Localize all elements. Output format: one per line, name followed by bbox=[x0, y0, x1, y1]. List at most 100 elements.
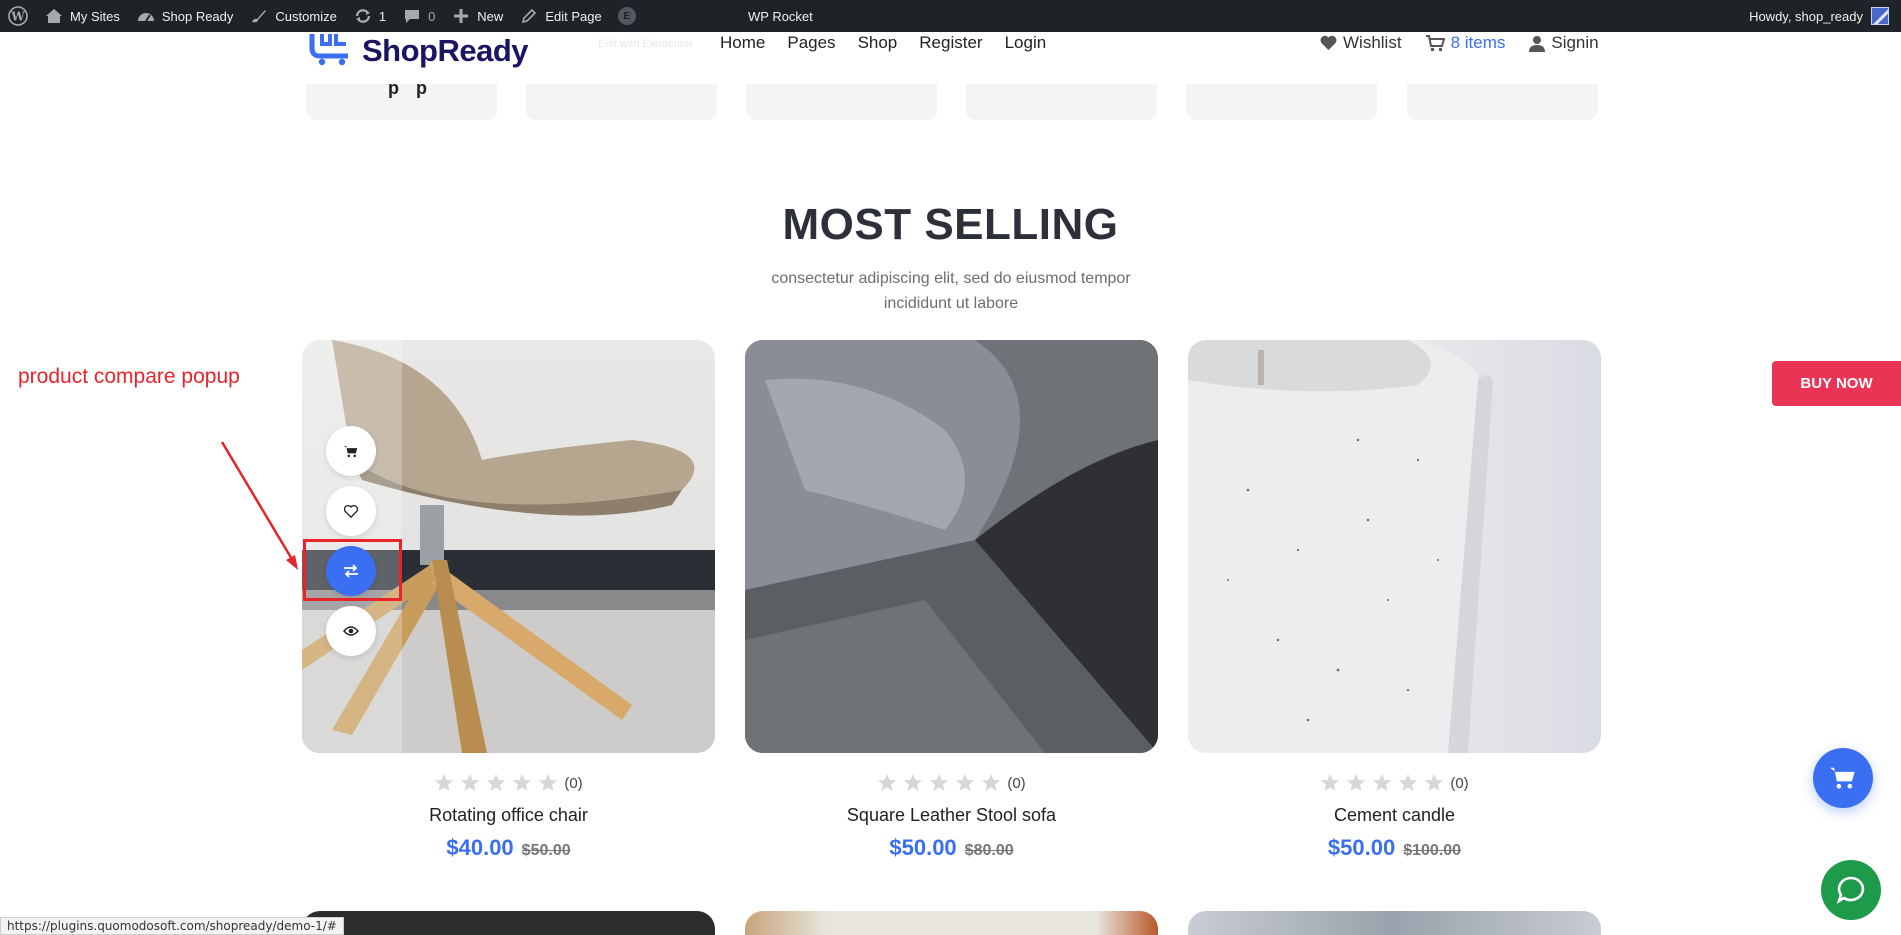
buy-now-button[interactable]: BUY NOW bbox=[1772, 361, 1901, 406]
my-sites-icon bbox=[44, 6, 64, 26]
category-tile[interactable] bbox=[966, 84, 1157, 120]
product-image-next[interactable] bbox=[1188, 911, 1601, 935]
cart-icon bbox=[1425, 34, 1445, 51]
quick-view-button[interactable] bbox=[326, 606, 376, 656]
product-name[interactable]: Cement candle bbox=[1188, 805, 1601, 826]
product-name[interactable]: Square Leather Stool sofa bbox=[745, 805, 1158, 826]
product-price: $40.00 $50.00 bbox=[302, 835, 715, 861]
star-icon bbox=[1399, 774, 1418, 791]
main-navigation: Home Pages Shop Register Login bbox=[720, 32, 1046, 54]
star-icon bbox=[930, 774, 949, 791]
section-title: MOST SELLING bbox=[782, 200, 1119, 249]
chat-button[interactable] bbox=[1821, 860, 1881, 920]
cart-icon bbox=[344, 445, 358, 457]
product-image-sofa[interactable] bbox=[745, 340, 1158, 753]
elementor-icon: E bbox=[617, 7, 636, 25]
edit-with-elementor-link[interactable]: Edit with Elementor bbox=[598, 38, 693, 50]
user-avatar bbox=[1871, 7, 1889, 25]
star-icon bbox=[878, 774, 897, 791]
product-card[interactable]: (0) Cement candle $50.00 $100.00 bbox=[1188, 340, 1601, 861]
star-icon bbox=[435, 774, 454, 791]
adminbar-updates[interactable]: 1 bbox=[345, 0, 394, 32]
user-icon bbox=[1529, 35, 1546, 52]
product-image-next[interactable] bbox=[302, 911, 715, 935]
adminbar-elementor[interactable]: E bbox=[610, 0, 644, 32]
candle-illustration bbox=[1188, 340, 1493, 753]
nav-pages[interactable]: Pages bbox=[787, 32, 835, 54]
shopready-logo-icon bbox=[309, 34, 348, 66]
wishlist-label: Wishlist bbox=[1343, 33, 1402, 52]
header-cart-link[interactable]: 8 items bbox=[1425, 32, 1506, 54]
adminbar-edit-page[interactable]: Edit Page bbox=[511, 0, 609, 32]
nav-home[interactable]: Home bbox=[720, 32, 765, 54]
regular-price: $100.00 bbox=[1403, 842, 1462, 859]
svg-text:W: W bbox=[10, 10, 25, 24]
sale-price: $40.00 bbox=[446, 835, 514, 860]
adminbar-howdy[interactable]: Howdy, shop_ready bbox=[1749, 0, 1889, 32]
annotation-highlight-box bbox=[303, 539, 402, 601]
dashboard-icon bbox=[136, 6, 156, 26]
product-price: $50.00 $80.00 bbox=[745, 835, 1158, 861]
adminbar-customize-label: Customize bbox=[275, 8, 337, 24]
adminbar-my-sites[interactable]: My Sites bbox=[36, 0, 128, 32]
rating-count: (0) bbox=[564, 774, 583, 792]
cart-icon bbox=[1830, 767, 1855, 789]
category-tile[interactable] bbox=[1407, 84, 1598, 120]
product-rating: (0) bbox=[745, 773, 1158, 793]
add-to-wishlist-button[interactable] bbox=[326, 486, 376, 536]
adminbar-comments-count: 0 bbox=[428, 8, 436, 24]
sale-price: $50.00 bbox=[889, 835, 957, 860]
brush-icon bbox=[249, 6, 269, 26]
category-tile[interactable] bbox=[526, 84, 717, 120]
category-tile[interactable]: p p bbox=[306, 78, 497, 120]
annotation-label: product compare popup bbox=[18, 365, 240, 388]
cart-count-label: 8 items bbox=[1450, 33, 1506, 52]
adminbar-wp-rocket[interactable]: WP Rocket bbox=[748, 0, 813, 32]
howdy-label: Howdy, shop_ready bbox=[1749, 8, 1863, 24]
signin-label: Signin bbox=[1551, 33, 1599, 52]
header-actions: Wishlist 8 items Signin bbox=[1320, 32, 1599, 54]
adminbar-new[interactable]: New bbox=[443, 0, 511, 32]
adminbar-edit-page-label: Edit Page bbox=[545, 8, 602, 24]
star-icon bbox=[487, 774, 506, 791]
product-name[interactable]: Rotating office chair bbox=[302, 805, 715, 826]
star-icon bbox=[1347, 774, 1366, 791]
star-icon bbox=[1321, 774, 1340, 791]
nav-login[interactable]: Login bbox=[1005, 32, 1047, 54]
nav-shop[interactable]: Shop bbox=[858, 32, 898, 54]
sofa-illustration bbox=[745, 340, 1158, 753]
add-to-cart-button[interactable] bbox=[326, 426, 376, 476]
heart-icon bbox=[1320, 35, 1337, 50]
product-price: $50.00 $100.00 bbox=[1188, 835, 1601, 861]
signin-link[interactable]: Signin bbox=[1529, 32, 1599, 54]
browser-status-url: https://plugins.quomodosoft.com/shopread… bbox=[0, 917, 344, 935]
star-icon bbox=[461, 774, 480, 791]
site-logo[interactable]: ShopReady bbox=[308, 32, 529, 66]
category-tile[interactable] bbox=[746, 84, 937, 120]
adminbar-shop-ready[interactable]: Shop Ready bbox=[128, 0, 242, 32]
product-card[interactable]: (0) Square Leather Stool sofa $50.00 $80.… bbox=[745, 340, 1158, 861]
adminbar-my-sites-label: My Sites bbox=[70, 8, 120, 24]
floating-cart-button[interactable] bbox=[1813, 748, 1873, 808]
product-image-candle[interactable] bbox=[1188, 340, 1601, 753]
star-icon bbox=[1425, 774, 1444, 791]
nav-register[interactable]: Register bbox=[919, 32, 982, 54]
sale-price: $50.00 bbox=[1327, 835, 1396, 860]
category-cut-text: p p bbox=[388, 78, 433, 98]
pencil-icon bbox=[519, 6, 539, 26]
regular-price: $80.00 bbox=[964, 842, 1014, 859]
chat-bubble-icon bbox=[1836, 876, 1865, 904]
adminbar-comments[interactable]: 0 bbox=[394, 0, 443, 32]
star-icon bbox=[904, 774, 923, 791]
section-subtitle: consectetur adipiscing elit, sed do eius… bbox=[771, 270, 1131, 312]
product-image-next[interactable] bbox=[745, 911, 1158, 935]
wp-admin-bar: W My Sites Shop Ready Customize 1 0 New … bbox=[0, 0, 1901, 32]
star-icon bbox=[513, 774, 532, 791]
regular-price: $50.00 bbox=[521, 842, 571, 859]
wordpress-logo-icon[interactable]: W bbox=[0, 0, 36, 32]
wishlist-link[interactable]: Wishlist bbox=[1320, 32, 1402, 54]
product-rating: (0) bbox=[302, 773, 715, 793]
category-tile[interactable] bbox=[1186, 84, 1377, 120]
updates-icon bbox=[353, 6, 373, 26]
adminbar-customize[interactable]: Customize bbox=[241, 0, 344, 32]
